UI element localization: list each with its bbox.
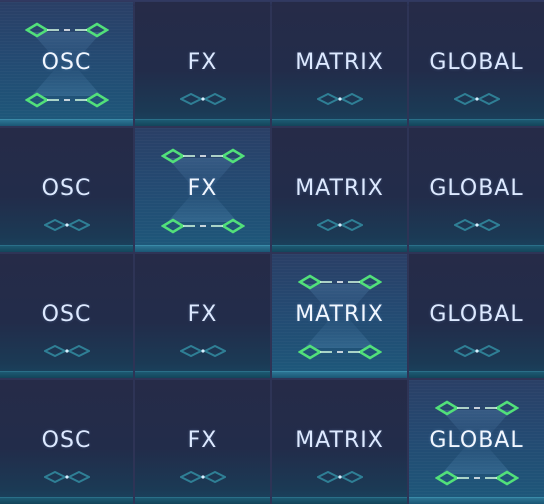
tab-fx-button[interactable]: FX [135, 254, 270, 378]
tab-osc-button[interactable]: OSC [0, 380, 133, 504]
tab-label: OSC [41, 176, 92, 201]
tab-matrix-button[interactable]: MATRIX [272, 2, 407, 126]
tab-label: FX [187, 302, 218, 327]
teal-diamond-pair-icon [316, 218, 363, 232]
tab-global-button[interactable]: GLOBAL [409, 380, 544, 504]
tab-label: MATRIX [295, 50, 384, 75]
teal-diamond-pair-icon [43, 218, 90, 232]
tab-label: GLOBAL [429, 302, 524, 327]
teal-diamond-pair-icon [43, 344, 90, 358]
green-diamond-bracket-icon [434, 470, 519, 486]
tab-global-button[interactable]: GLOBAL [409, 254, 544, 378]
green-diamond-bracket-icon [24, 22, 109, 38]
tab-matrix-button[interactable]: MATRIX [272, 128, 407, 252]
tab-label: MATRIX [295, 428, 384, 453]
teal-diamond-pair-icon [453, 92, 500, 106]
tab-label: OSC [41, 302, 92, 327]
tab-label: FX [187, 176, 218, 201]
tab-label: OSC [41, 50, 92, 75]
tab-button-grid: OSC FX MATRIX GLOBAL OSC FX MATRIX GLOBAL OSC FX M… [0, 0, 544, 504]
tab-osc-button[interactable]: OSC [0, 2, 133, 126]
green-diamond-bracket-icon [160, 218, 245, 234]
tab-matrix-button[interactable]: MATRIX [272, 380, 407, 504]
tab-label: MATRIX [295, 176, 384, 201]
teal-diamond-pair-icon [453, 344, 500, 358]
tab-fx-button[interactable]: FX [135, 128, 270, 252]
tab-matrix-button[interactable]: MATRIX [272, 254, 407, 378]
green-diamond-bracket-icon [24, 92, 109, 108]
tab-fx-button[interactable]: FX [135, 380, 270, 504]
green-diamond-bracket-icon [297, 344, 382, 360]
tab-global-button[interactable]: GLOBAL [409, 128, 544, 252]
tab-osc-button[interactable]: OSC [0, 128, 133, 252]
teal-diamond-pair-icon [179, 344, 226, 358]
tab-osc-button[interactable]: OSC [0, 254, 133, 378]
tab-label: GLOBAL [429, 176, 524, 201]
teal-diamond-pair-icon [453, 218, 500, 232]
tab-label: GLOBAL [429, 50, 524, 75]
tab-fx-button[interactable]: FX [135, 2, 270, 126]
teal-diamond-pair-icon [316, 470, 363, 484]
teal-diamond-pair-icon [179, 470, 226, 484]
tab-label: GLOBAL [429, 428, 524, 453]
teal-diamond-pair-icon [43, 470, 90, 484]
tab-global-button[interactable]: GLOBAL [409, 2, 544, 126]
teal-diamond-pair-icon [316, 92, 363, 106]
green-diamond-bracket-icon [434, 400, 519, 416]
tab-label: FX [187, 428, 218, 453]
teal-diamond-pair-icon [179, 92, 226, 106]
green-diamond-bracket-icon [160, 148, 245, 164]
tab-label: MATRIX [295, 302, 384, 327]
tab-label: FX [187, 50, 218, 75]
green-diamond-bracket-icon [297, 274, 382, 290]
tab-label: OSC [41, 428, 92, 453]
